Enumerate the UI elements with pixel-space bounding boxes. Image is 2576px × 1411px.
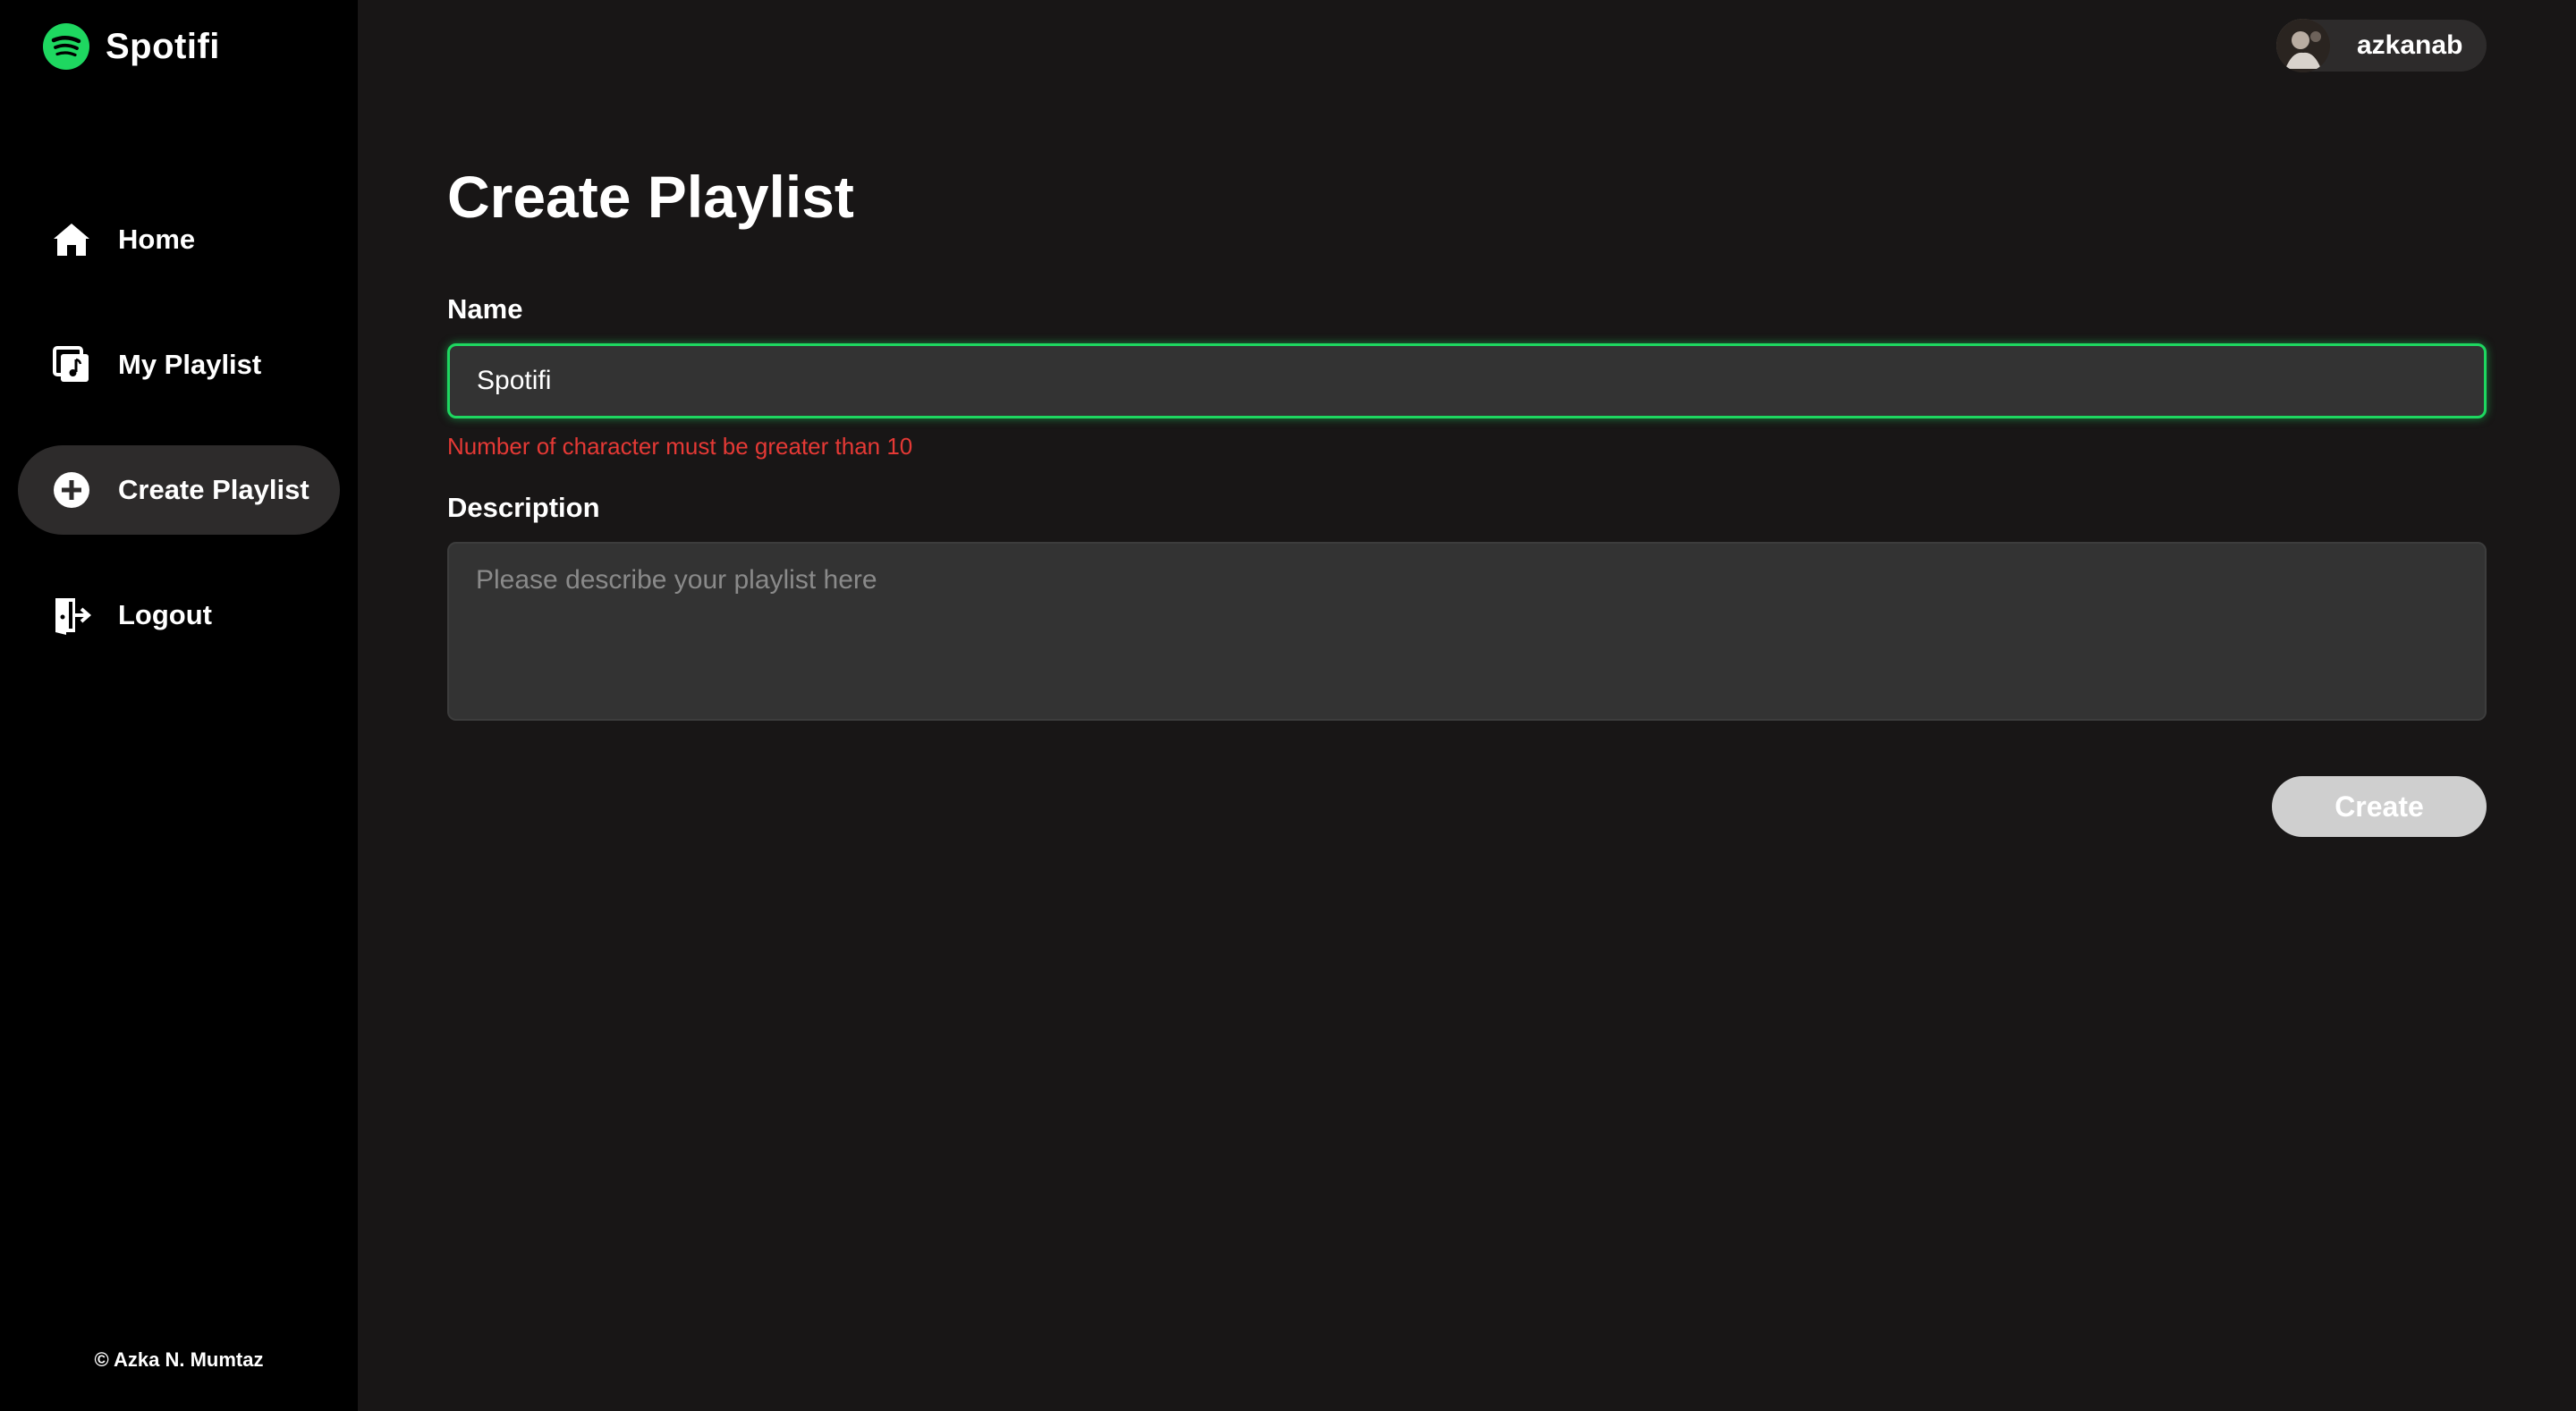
name-error-message: Number of character must be greater than…	[447, 433, 913, 460]
sidebar-nav: Home My Playlist Create Playlist Logout	[18, 195, 340, 696]
sidebar-item-create-playlist[interactable]: Create Playlist	[18, 445, 340, 535]
sidebar-item-logout[interactable]: Logout	[18, 570, 340, 660]
home-icon	[54, 224, 89, 256]
name-input[interactable]	[447, 343, 2487, 418]
page-title: Create Playlist	[447, 164, 854, 230]
description-textarea[interactable]	[447, 542, 2487, 721]
sidebar-item-label: My Playlist	[118, 349, 262, 380]
description-label: Description	[447, 492, 600, 523]
app-root: Spotifi Home My Playlist Create Playlist…	[0, 0, 2576, 1411]
username: azkanab	[2357, 30, 2463, 60]
brand-name: Spotifi	[106, 26, 220, 66]
copyright: © Azka N. Mumtaz	[94, 1348, 264, 1371]
sidebar-item-home[interactable]: Home	[18, 195, 340, 284]
sidebar-item-label: Create Playlist	[118, 474, 309, 505]
logout-icon	[55, 598, 91, 635]
sidebar: Spotifi Home My Playlist Create Playlist…	[0, 0, 358, 1411]
playlist-icon	[53, 346, 89, 382]
brand[interactable]: Spotifi	[43, 23, 220, 70]
avatar	[2276, 19, 2330, 72]
sidebar-item-label: Logout	[118, 599, 213, 630]
sidebar-item-my-playlist[interactable]: My Playlist	[18, 320, 340, 410]
spotifi-logo-icon	[43, 23, 89, 70]
name-label: Name	[447, 293, 523, 325]
plus-circle-icon	[54, 472, 89, 508]
avatar-photo-icon	[2276, 19, 2330, 72]
user-menu-button[interactable]: azkanab	[2276, 19, 2487, 72]
create-button[interactable]: Create	[2272, 776, 2487, 837]
sidebar-item-label: Home	[118, 224, 196, 255]
